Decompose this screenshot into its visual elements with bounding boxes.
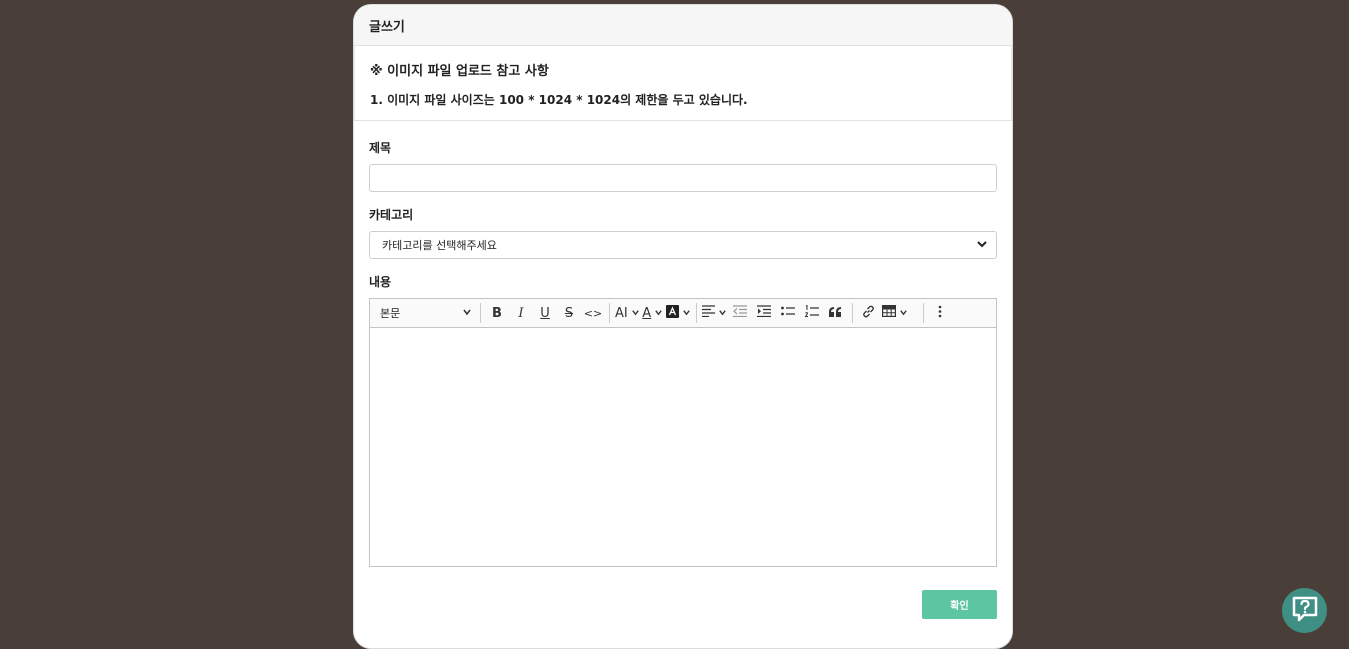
chevron-down-icon [631, 306, 640, 321]
upload-notice: ※ 이미지 파일 업로드 참고 사항 1. 이미지 파일 사이즈는 100 * … [354, 46, 1012, 121]
indent-icon [756, 305, 771, 321]
bulleted-list-icon [780, 305, 795, 321]
font-size-dropdown[interactable]: AI [615, 302, 640, 324]
toolbar-divider [851, 303, 853, 323]
category-selected-value: 카테고리를 선택해주세요 [382, 239, 497, 252]
font-size-icon: AI [615, 305, 628, 321]
heading-dropdown[interactable]: 본문 [376, 305, 476, 321]
rich-text-editor: 본문 B I U S <> AI A [369, 298, 997, 567]
submit-button[interactable]: 확인 [922, 590, 997, 619]
category-select[interactable]: 카테고리를 선택해주세요 [369, 231, 997, 259]
chevron-down-icon [462, 307, 472, 320]
notice-line: 1. 이미지 파일 사이즈는 100 * 1024 * 1024의 제한을 두고… [370, 93, 748, 107]
help-icon [1291, 595, 1319, 627]
align-left-icon [701, 305, 715, 321]
editor-toolbar: 본문 B I U S <> AI A [370, 299, 996, 328]
font-color-dropdown[interactable]: A [642, 302, 664, 324]
link-button[interactable] [858, 302, 880, 324]
editor-content-area[interactable] [370, 328, 996, 566]
title-input[interactable] [369, 164, 997, 192]
chevron-down-icon [682, 306, 691, 321]
post-form: 제목 카테고리 카테고리를 선택해주세요 내용 본문 B I U S <> AI… [354, 139, 1012, 619]
italic-button[interactable]: I [510, 302, 532, 324]
numbered-list-icon [804, 304, 819, 322]
submit-row: 확인 [369, 590, 997, 619]
heading-value: 본문 [380, 307, 401, 320]
help-button[interactable] [1282, 588, 1327, 633]
write-panel: 글쓰기 ※ 이미지 파일 업로드 참고 사항 1. 이미지 파일 사이즈는 10… [353, 4, 1013, 649]
link-icon [862, 305, 875, 322]
code-button[interactable]: <> [582, 302, 604, 324]
table-icon [881, 305, 896, 321]
outdent-button[interactable] [729, 302, 751, 324]
alignment-dropdown[interactable] [701, 302, 727, 324]
bulleted-list-button[interactable] [777, 302, 799, 324]
notice-title: ※ 이미지 파일 업로드 참고 사항 [370, 64, 549, 79]
toolbar-divider [609, 303, 610, 323]
font-color-icon: A [642, 305, 652, 321]
chevron-down-icon [654, 306, 663, 321]
underline-button[interactable]: U [534, 302, 556, 324]
toolbar-divider [480, 303, 481, 323]
blockquote-icon [829, 306, 842, 321]
table-dropdown[interactable] [881, 302, 908, 324]
category-label: 카테고리 [369, 208, 414, 222]
chevron-down-icon [976, 238, 988, 253]
numbered-list-button[interactable] [801, 302, 823, 324]
toolbar-divider [695, 303, 697, 323]
blockquote-button[interactable] [825, 302, 847, 324]
panel-title: 글쓰기 [354, 5, 1012, 46]
chevron-down-icon [718, 306, 727, 321]
outdent-icon [732, 305, 747, 321]
title-label: 제목 [369, 141, 392, 155]
more-vertical-icon [938, 305, 942, 322]
toolbar-divider [922, 303, 924, 323]
indent-button[interactable] [753, 302, 775, 324]
strikethrough-button[interactable]: S [558, 302, 580, 324]
bold-button[interactable]: B [486, 302, 508, 324]
background-color-icon [665, 304, 679, 322]
chevron-down-icon [899, 306, 908, 321]
background-color-dropdown[interactable] [665, 302, 691, 324]
content-label: 내용 [369, 275, 392, 289]
more-button[interactable] [929, 302, 951, 324]
